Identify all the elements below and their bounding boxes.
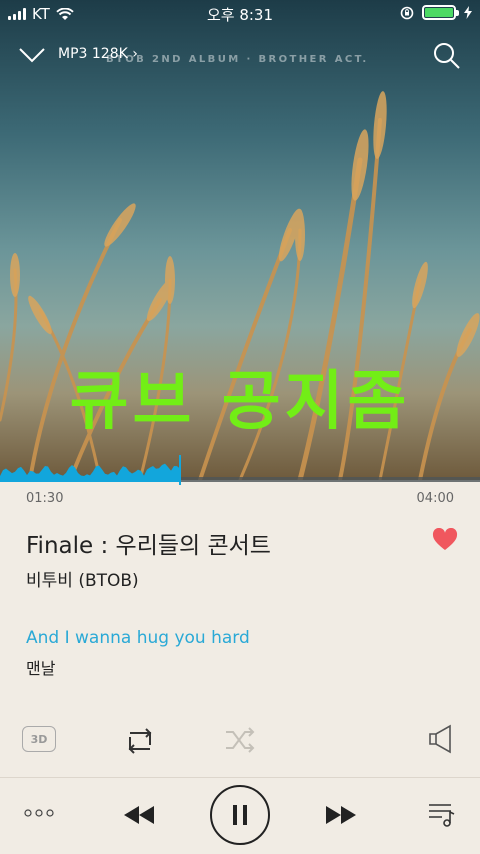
charging-icon (464, 6, 472, 19)
rotation-lock-icon (400, 6, 414, 19)
next-icon[interactable] (324, 804, 358, 826)
battery-icon (422, 5, 459, 20)
waveform-progress[interactable] (0, 455, 480, 485)
divider (0, 777, 480, 778)
overlay-caption: 큐브 공지좀 (69, 365, 411, 439)
3d-sound-button[interactable]: 3D (22, 726, 56, 752)
repeat-icon[interactable] (124, 725, 156, 755)
song-title: Finale : 우리들의 콘서트 (26, 533, 271, 559)
3d-sound-label: 3D (30, 732, 48, 746)
status-bar: KT 오후 8:31 (0, 0, 480, 28)
album-caption: BTOB 2ND ALBUM · BROTHER ACT. (106, 54, 369, 65)
previous-icon[interactable] (122, 804, 156, 826)
playlist-icon[interactable] (428, 802, 456, 828)
pause-icon (233, 805, 247, 825)
artist-name[interactable]: 비투비 (BTOB) (26, 566, 139, 591)
next-lyric[interactable]: 맨날 (26, 655, 55, 679)
play-pause-button[interactable] (210, 785, 270, 845)
album-art: KT 오후 8:31 MP3 128K › BTOB 2ND ALBUM · B… (0, 0, 480, 480)
heart-icon[interactable] (432, 528, 458, 552)
search-icon[interactable] (432, 41, 462, 71)
current-lyric[interactable]: And I wanna hug you hard (26, 628, 250, 648)
chevron-down-icon[interactable] (18, 46, 46, 64)
shuffle-icon[interactable] (224, 726, 256, 754)
elapsed-time: 01:30 (26, 491, 64, 506)
speaker-icon[interactable] (426, 724, 456, 754)
total-time: 04:00 (416, 491, 454, 506)
more-icon[interactable] (24, 808, 54, 818)
player-header: MP3 128K › BTOB 2ND ALBUM · BROTHER ACT. (0, 36, 480, 76)
